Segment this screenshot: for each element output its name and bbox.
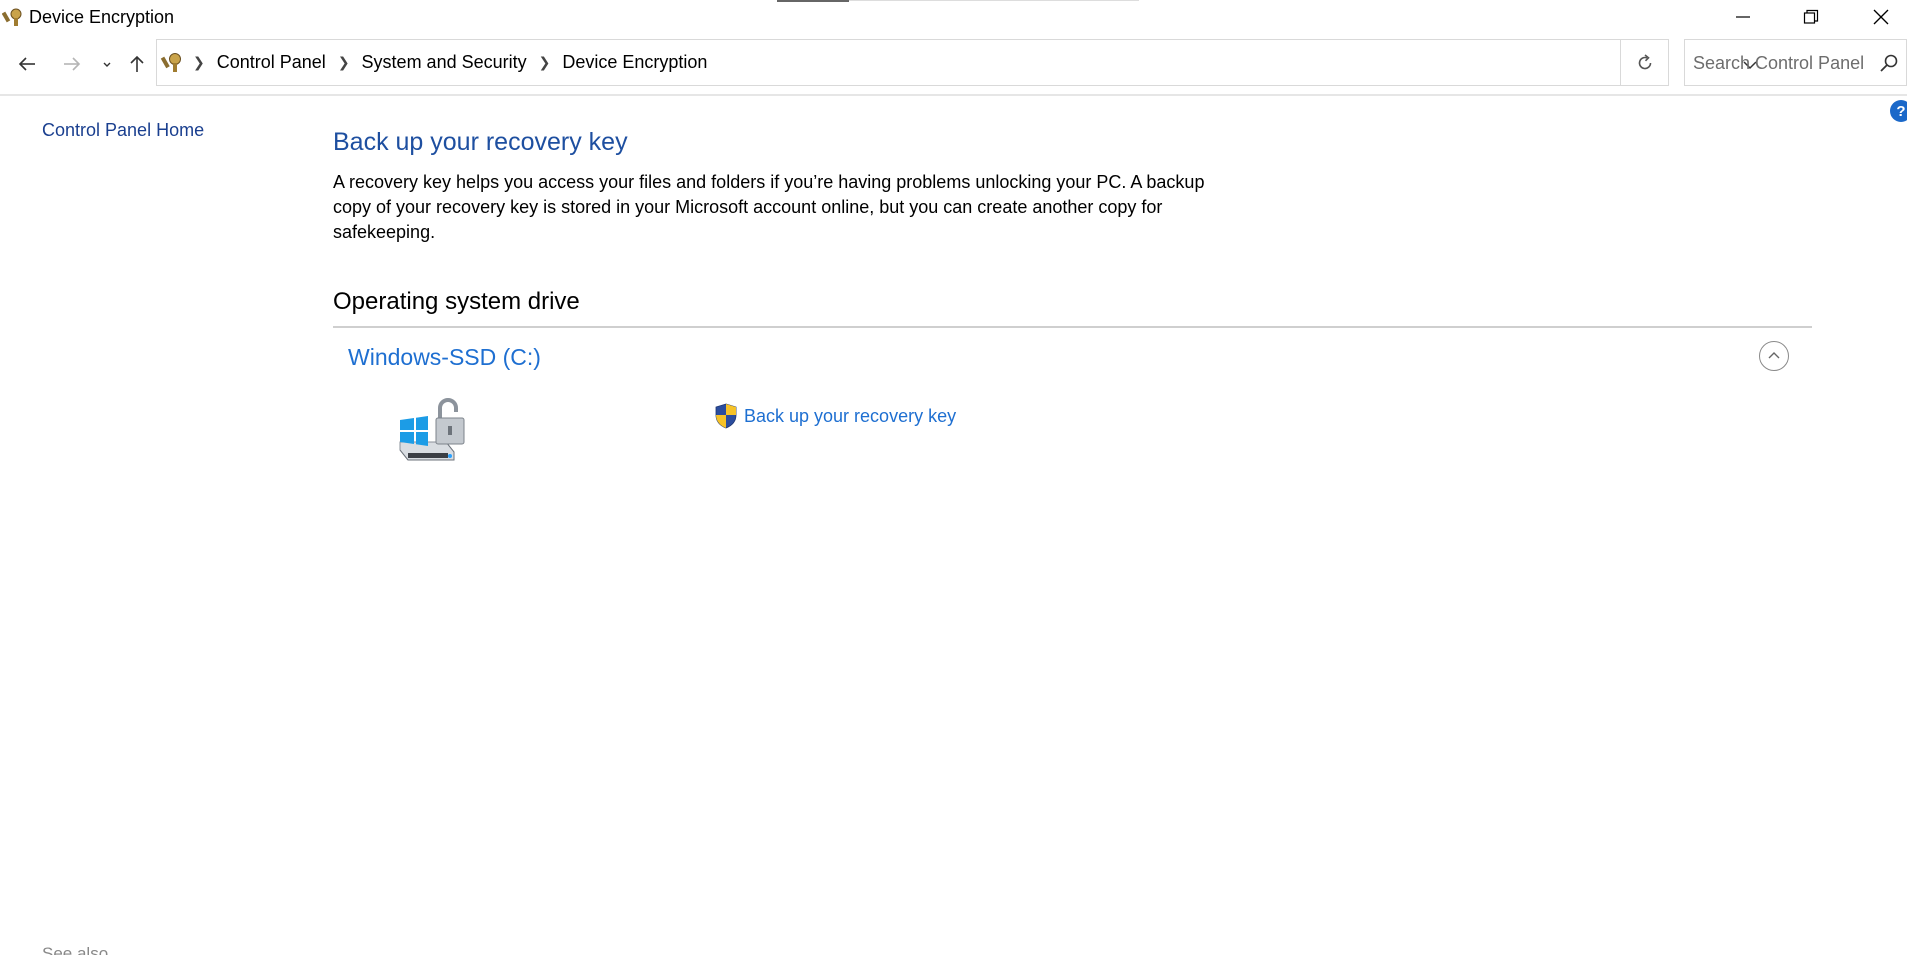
breadcrumb-separator-icon[interactable]: ❯ [193,54,205,71]
restore-button[interactable] [1776,0,1846,34]
recent-locations-chevron-icon [103,62,111,67]
page-description: A recovery key helps you access your fil… [333,172,1205,242]
up-button[interactable] [123,50,151,78]
page-title: Back up your recovery key [333,128,628,156]
close-button[interactable] [1846,0,1907,34]
control-panel-icon [160,53,181,72]
forward-arrow-icon [64,57,81,71]
close-icon [1873,9,1889,25]
breadcrumb-device-encryption[interactable]: Device Encryption [562,52,707,73]
minimize-button[interactable] [1708,0,1778,34]
refresh-button[interactable] [1621,39,1669,86]
breadcrumb-system-and-security[interactable]: System and Security [362,52,527,73]
collapse-button[interactable] [1759,341,1789,371]
control-panel-icon [2,8,22,26]
search-icon[interactable] [1879,53,1899,73]
see-also-heading: See also [42,944,109,955]
back-arrow-icon [18,57,35,71]
tab-indicator-track [849,0,1139,1]
up-arrow-icon [130,55,144,72]
breadcrumb: ❯ Control Panel ❯ System and Security ❯ … [193,52,707,73]
tab-indicator [777,0,849,2]
restore-icon [1803,9,1819,24]
uac-shield-icon [715,403,737,429]
search-box[interactable] [1684,39,1907,86]
address-bar[interactable]: ❯ Control Panel ❯ System and Security ❯ … [156,39,1757,86]
window-title: Device Encryption [29,7,175,27]
search-input[interactable] [1693,50,1873,76]
recent-locations-button[interactable] [93,50,121,78]
collapse-chevron-icon [1768,352,1780,359]
backup-recovery-key-label[interactable]: Back up your recovery key [744,406,956,427]
forward-button[interactable] [58,50,86,78]
drive-name: Windows-SSD (C:) [348,344,541,370]
breadcrumb-control-panel[interactable]: Control Panel [217,52,326,73]
encrypted-drive-icon [399,398,465,461]
backup-recovery-key-link[interactable]: Back up your recovery key [714,403,956,429]
control-panel-home-link[interactable]: Control Panel Home [42,120,204,141]
section-divider [333,326,1812,328]
title-bar: Device Encryption [0,0,1907,34]
back-button[interactable] [13,50,41,78]
section-title: Operating system drive [333,288,580,315]
help-icon[interactable]: ? [1890,100,1907,122]
toolbar-divider [0,94,1907,96]
minimize-icon [1736,16,1750,18]
refresh-icon [1638,53,1651,69]
breadcrumb-separator-icon[interactable]: ❯ [338,54,350,71]
breadcrumb-separator-icon[interactable]: ❯ [539,54,551,71]
